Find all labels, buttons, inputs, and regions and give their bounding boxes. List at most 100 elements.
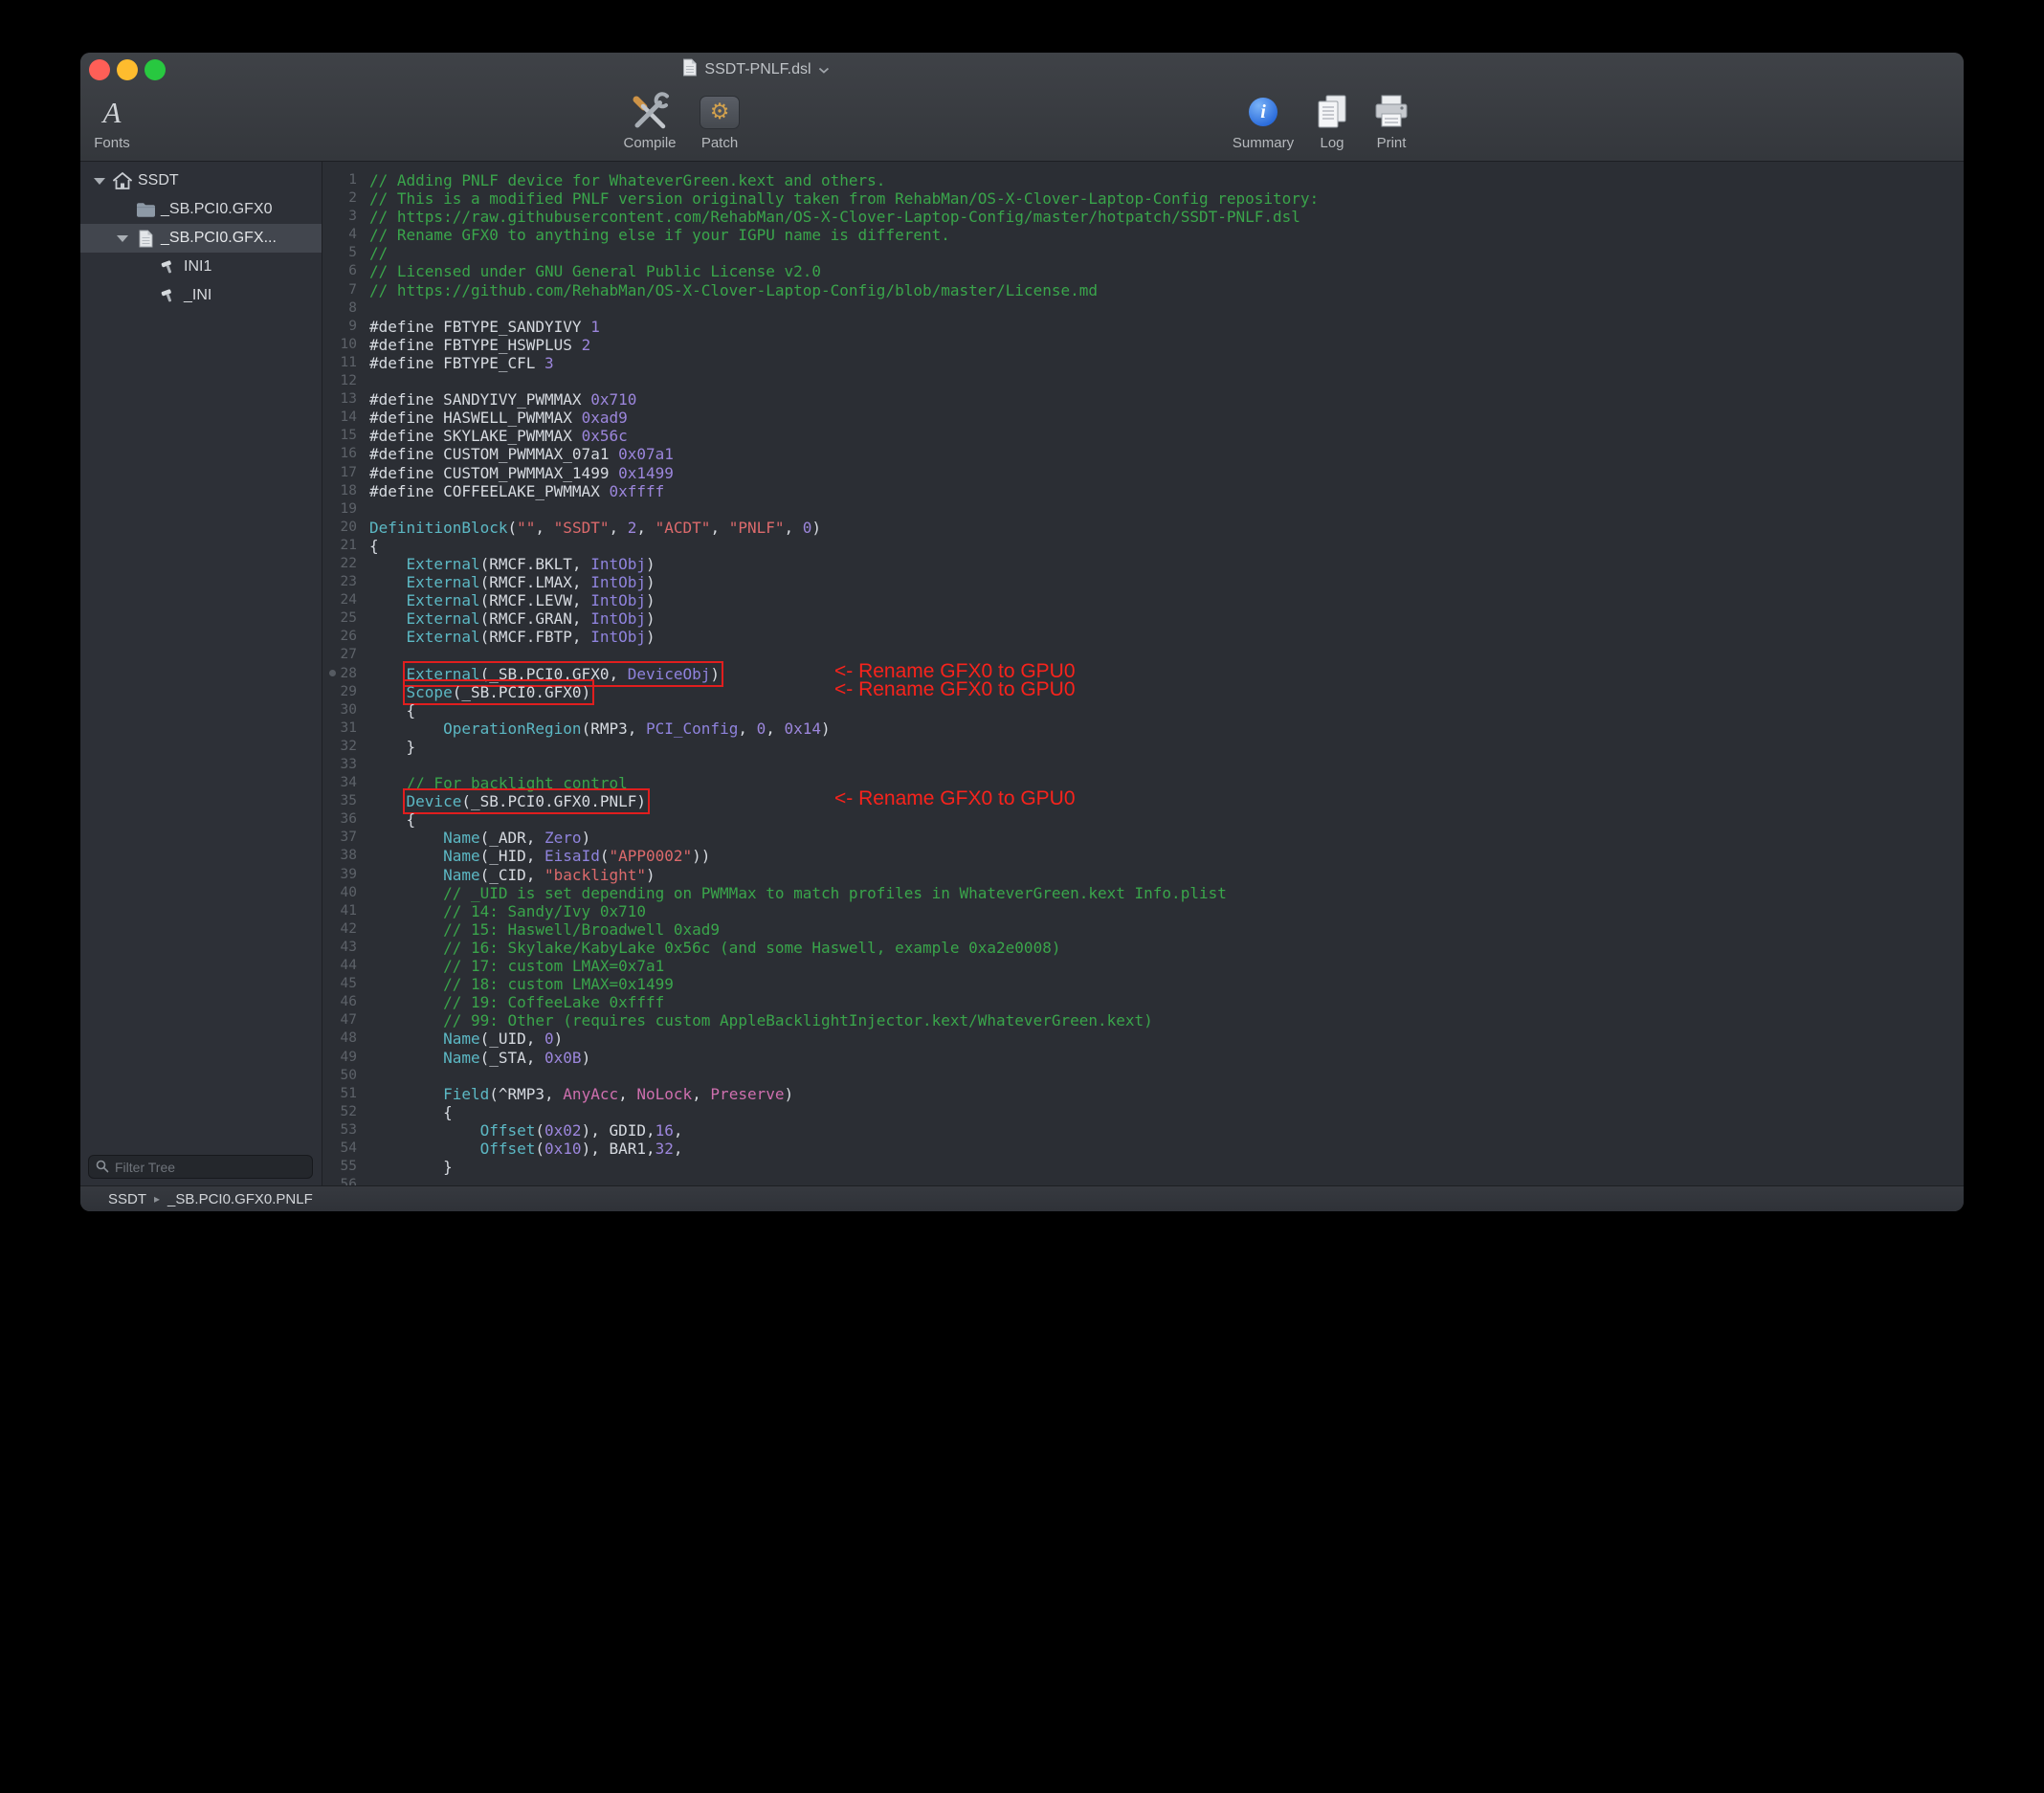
line-number: 49	[322, 1049, 357, 1067]
rename-highlight-box: External(_SB.PCI0.GFX0, DeviceObj)	[407, 665, 721, 683]
line-number: 44	[322, 957, 357, 975]
line-number: 15	[322, 427, 357, 445]
line-number: 30	[322, 701, 357, 719]
close-button[interactable]	[89, 59, 110, 80]
code-line-44: // 17: custom LMAX=0x7a1	[369, 957, 1964, 975]
window-title-group[interactable]: SSDT-PNLF.dsl	[682, 53, 829, 87]
tree-item-ini1[interactable]: INI1	[80, 253, 322, 281]
line-number: 25	[322, 609, 357, 628]
rename-annotation: <- Rename GFX0 to GPU0	[834, 662, 1076, 680]
code-line-19	[369, 500, 1964, 519]
code-line-13: #define SANDYIVY_PWMMAX 0x710	[369, 390, 1964, 409]
document-icon	[132, 230, 159, 248]
zoom-button[interactable]	[144, 59, 166, 80]
line-number: 17	[322, 464, 357, 482]
line-number: 48	[322, 1029, 357, 1048]
summary-button[interactable]: i Summary	[1229, 90, 1298, 151]
tree-item-sb-pci0-gfx[interactable]: _SB.PCI0.GFX...	[80, 224, 322, 253]
line-number: 4	[322, 226, 357, 244]
line-number: 46	[322, 993, 357, 1011]
code-line-3: // https://raw.githubusercontent.com/Reh…	[369, 208, 1964, 226]
sidebar: SSDT _SB.PCI0.GFX0 _SB.PCI0.GFX... INI1 _INI	[80, 162, 322, 1186]
fonts-button[interactable]: A Fonts	[86, 90, 138, 151]
compile-label: Compile	[623, 135, 676, 151]
line-number: 43	[322, 939, 357, 957]
line-number: 11	[322, 354, 357, 372]
line-number: 52	[322, 1103, 357, 1121]
code-lines: // Adding PNLF device for WhateverGreen.…	[369, 171, 1964, 1186]
print-button[interactable]: Print	[1366, 90, 1416, 151]
print-label: Print	[1377, 135, 1407, 151]
code-line-31: OperationRegion(RMP3, PCI_Config, 0, 0x1…	[369, 719, 1964, 738]
line-number: 51	[322, 1085, 357, 1103]
rename-annotation: <- Rename GFX0 to GPU0	[834, 789, 1076, 808]
minimize-button[interactable]	[117, 59, 138, 80]
line-number: 8	[322, 299, 357, 318]
line-number: 13	[322, 390, 357, 409]
tree-item-label: INI1	[184, 258, 211, 276]
log-button[interactable]: Log	[1307, 90, 1357, 151]
line-number: 29	[322, 683, 357, 701]
code-line-52: {	[369, 1103, 1964, 1121]
window-header: SSDT-PNLF.dsl A Fonts	[80, 53, 1964, 162]
line-number: 16	[322, 445, 357, 463]
tree-item-ini[interactable]: _INI	[80, 281, 322, 310]
breadcrumb-item[interactable]: SSDT	[108, 1191, 146, 1207]
line-number: 41	[322, 902, 357, 920]
compile-button[interactable]: Compile	[618, 90, 681, 151]
line-number: 27	[322, 646, 357, 664]
code-line-9: #define FBTYPE_SANDYIVY 1	[369, 318, 1964, 336]
sidebar-tree: SSDT _SB.PCI0.GFX0 _SB.PCI0.GFX... INI1 _INI	[80, 166, 322, 310]
line-number: 23	[322, 573, 357, 591]
breadcrumb: SSDT ▸ _SB.PCI0.GFX0.PNLF	[108, 1191, 313, 1207]
disclosure-triangle-icon[interactable]	[90, 178, 109, 185]
line-number: 55	[322, 1158, 357, 1176]
gear-icon: ⚙	[710, 101, 730, 123]
line-number: 50	[322, 1067, 357, 1085]
line-number: 35	[322, 792, 357, 810]
line-number: 9	[322, 318, 357, 336]
breadcrumb-separator: ▸	[154, 1192, 160, 1206]
code-line-38: Name(_HID, EisaId("APP0002"))	[369, 847, 1964, 865]
code-line-17: #define CUSTOM_PWMMAX_1499 0x1499	[369, 464, 1964, 482]
breadcrumb-item[interactable]: _SB.PCI0.GFX0.PNLF	[167, 1191, 313, 1207]
filter-box	[88, 1155, 313, 1179]
code-line-27	[369, 646, 1964, 664]
tree-item-label: _SB.PCI0.GFX...	[161, 230, 277, 247]
tree-item-label: _SB.PCI0.GFX0	[161, 201, 273, 218]
patch-label: Patch	[701, 135, 738, 151]
traffic-lights	[89, 59, 166, 80]
code-line-10: #define FBTYPE_HSWPLUS 2	[369, 336, 1964, 354]
line-number: 42	[322, 920, 357, 939]
chevron-down-icon[interactable]	[819, 61, 830, 78]
code-editor[interactable]: 1234567891011121314151617181920212223242…	[322, 162, 1964, 1186]
code-line-14: #define HASWELL_PWMMAX 0xad9	[369, 409, 1964, 427]
status-bar: SSDT ▸ _SB.PCI0.GFX0.PNLF	[80, 1185, 1964, 1211]
code-line-45: // 18: custom LMAX=0x1499	[369, 975, 1964, 993]
code-line-51: Field(^RMP3, AnyAcc, NoLock, Preserve)	[369, 1085, 1964, 1103]
disclosure-triangle-icon[interactable]	[113, 235, 132, 242]
tree-item-sb-pci0-gfx0[interactable]: _SB.PCI0.GFX0	[80, 195, 322, 224]
code-line-23: External(RMCF.LMAX, IntObj)	[369, 573, 1964, 591]
tree-item-ssdt[interactable]: SSDT	[80, 166, 322, 195]
line-number: 20	[322, 519, 357, 537]
line-number: 40	[322, 884, 357, 902]
code-line-32: }	[369, 738, 1964, 756]
patch-button[interactable]: ⚙ Patch	[693, 90, 746, 151]
code-line-5: //	[369, 244, 1964, 262]
line-number: 32	[322, 738, 357, 756]
code-line-36: {	[369, 810, 1964, 829]
line-number: 14	[322, 409, 357, 427]
line-number: 5	[322, 244, 357, 262]
patch-panel-icon: ⚙	[700, 96, 740, 129]
filter-tree-input[interactable]	[88, 1155, 313, 1179]
code-line-48: Name(_UID, 0)	[369, 1029, 1964, 1048]
code-line-6: // Licensed under GNU General Public Lic…	[369, 262, 1964, 280]
rename-highlight-box: Device(_SB.PCI0.GFX0.PNLF)	[407, 792, 646, 810]
code-line-47: // 99: Other (requires custom AppleBackl…	[369, 1011, 1964, 1029]
line-number: 7	[322, 281, 357, 299]
line-number: 47	[322, 1011, 357, 1029]
code-line-35: Device(_SB.PCI0.GFX0.PNLF) <- Rename GFX0…	[369, 792, 1964, 810]
code-line-16: #define CUSTOM_PWMMAX_07a1 0x07a1	[369, 445, 1964, 463]
code-line-41: // 14: Sandy/Ivy 0x710	[369, 902, 1964, 920]
